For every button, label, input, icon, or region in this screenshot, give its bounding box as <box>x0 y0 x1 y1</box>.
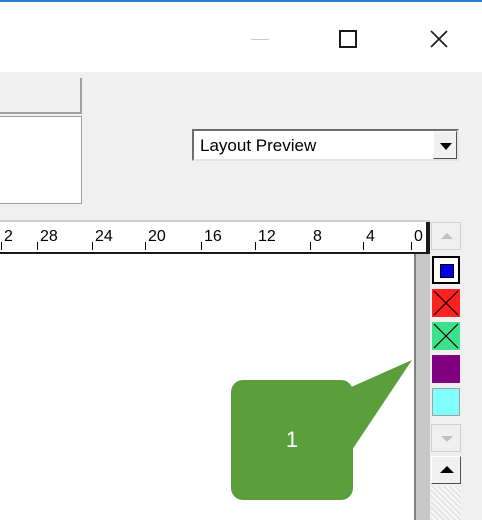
ruler-label: 20 <box>145 228 166 250</box>
canvas-scroll-up-button[interactable] <box>431 456 461 484</box>
ruler-label: 16 <box>201 228 222 250</box>
callout-badge: 1 <box>231 380 353 500</box>
close-button[interactable] <box>411 14 467 64</box>
ruler-label: 28 <box>37 228 58 250</box>
callout-number: 1 <box>285 427 299 452</box>
ruler-label: 4 <box>363 228 375 250</box>
cross-icon <box>433 290 459 316</box>
view-mode-select[interactable]: Layout Preview <box>192 129 459 161</box>
color-palette-strip <box>430 220 464 520</box>
properties-panel <box>0 116 82 204</box>
view-mode-value: Layout Preview <box>200 136 317 155</box>
swatch-red[interactable] <box>432 289 460 317</box>
swatch-cyan[interactable] <box>432 388 460 416</box>
ruler-label: 12 <box>255 228 276 250</box>
minimize-icon <box>251 38 269 40</box>
toolbar-panel <box>0 78 82 114</box>
swatch-purple[interactable] <box>432 355 460 383</box>
palette-scroll-up-button[interactable] <box>431 222 461 250</box>
ruler-label: 8 <box>310 228 322 250</box>
palette-scroll-down-button[interactable] <box>431 424 461 452</box>
swatch-green[interactable] <box>432 322 460 350</box>
ruler-label: 0 <box>411 228 423 250</box>
cross-icon <box>433 323 459 349</box>
title-bar <box>0 0 482 72</box>
minimize-button[interactable] <box>232 14 288 64</box>
close-icon <box>430 30 448 48</box>
ruler-label: 2 <box>1 228 13 250</box>
swatch-blue[interactable] <box>432 256 460 284</box>
dropdown-arrow-icon[interactable] <box>433 131 457 159</box>
horizontal-ruler: 2 28 24 20 16 12 8 4 0 <box>0 220 432 254</box>
canvas-border <box>414 254 430 520</box>
ruler-label: 24 <box>92 228 113 250</box>
vertical-scrollbar-track[interactable] <box>431 486 461 520</box>
maximize-button[interactable] <box>320 14 376 64</box>
maximize-icon <box>339 30 357 48</box>
